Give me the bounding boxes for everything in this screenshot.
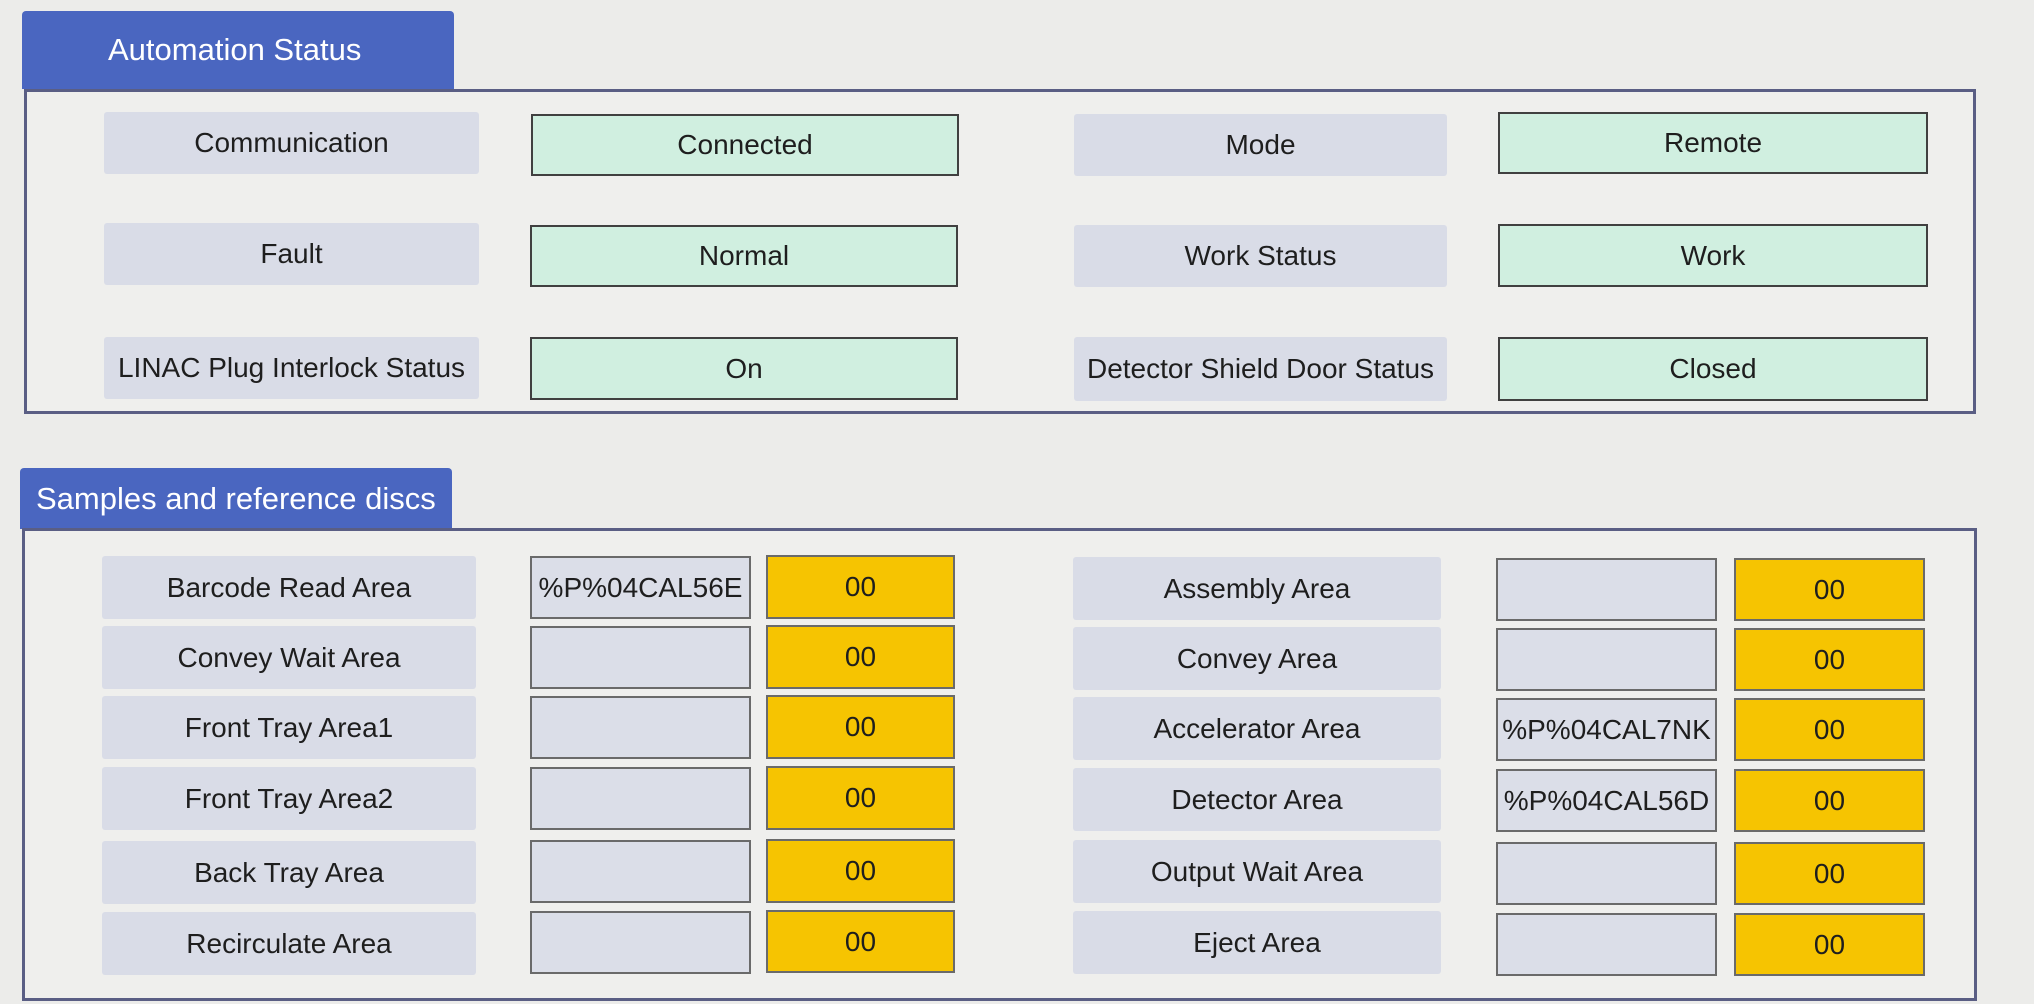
fault-label: Fault xyxy=(104,223,479,285)
front-tray-area2-label: Front Tray Area2 xyxy=(102,767,476,830)
mode-status: Remote xyxy=(1498,112,1928,174)
work-status-value: Work xyxy=(1498,224,1928,287)
mode-label: Mode xyxy=(1074,114,1447,176)
communication-status: Connected xyxy=(531,114,959,176)
barcode-read-area-count: 00 xyxy=(766,555,955,619)
eject-area-count: 00 xyxy=(1734,913,1925,976)
fault-status: Normal xyxy=(530,225,958,287)
convey-area-label: Convey Area xyxy=(1073,627,1441,690)
linac-plug-interlock-status: On xyxy=(530,337,958,400)
front-tray-area2-count: 00 xyxy=(766,766,955,830)
detector-shield-door-status: Closed xyxy=(1498,337,1928,401)
output-wait-area-count: 00 xyxy=(1734,842,1925,905)
convey-area-count: 00 xyxy=(1734,628,1925,691)
front-tray-area1-label: Front Tray Area1 xyxy=(102,696,476,759)
recirculate-area-code xyxy=(530,911,751,974)
communication-label: Communication xyxy=(104,112,479,174)
work-status-label: Work Status xyxy=(1074,225,1447,287)
accelerator-area-count: 00 xyxy=(1734,698,1925,761)
detector-area-count: 00 xyxy=(1734,769,1925,832)
linac-plug-interlock-label: LINAC Plug Interlock Status xyxy=(104,337,479,399)
recirculate-area-label: Recirculate Area xyxy=(102,912,476,975)
convey-wait-area-label: Convey Wait Area xyxy=(102,626,476,689)
detector-area-label: Detector Area xyxy=(1073,768,1441,831)
eject-area-label: Eject Area xyxy=(1073,911,1441,974)
back-tray-area-code xyxy=(530,840,751,903)
assembly-area-code xyxy=(1496,558,1717,621)
assembly-area-count: 00 xyxy=(1734,558,1925,621)
convey-wait-area-count: 00 xyxy=(766,625,955,689)
detector-area-code: %P%04CAL56D xyxy=(1496,769,1717,832)
samples-tab[interactable]: Samples and reference discs xyxy=(20,468,452,529)
output-wait-area-label: Output Wait Area xyxy=(1073,840,1441,903)
automation-status-tab[interactable]: Automation Status xyxy=(22,11,454,89)
eject-area-code xyxy=(1496,913,1717,976)
back-tray-area-count: 00 xyxy=(766,839,955,903)
convey-area-code xyxy=(1496,628,1717,691)
convey-wait-area-code xyxy=(530,626,751,689)
barcode-read-area-label: Barcode Read Area xyxy=(102,556,476,619)
front-tray-area2-code xyxy=(530,767,751,830)
barcode-read-area-code: %P%04CAL56E xyxy=(530,556,751,619)
back-tray-area-label: Back Tray Area xyxy=(102,841,476,904)
recirculate-area-count: 00 xyxy=(766,910,955,973)
samples-title: Samples and reference discs xyxy=(36,480,436,516)
front-tray-area1-count: 00 xyxy=(766,695,955,759)
assembly-area-label: Assembly Area xyxy=(1073,557,1441,620)
detector-shield-door-label: Detector Shield Door Status xyxy=(1074,337,1447,401)
automation-status-title: Automation Status xyxy=(108,32,362,67)
output-wait-area-code xyxy=(1496,842,1717,905)
accelerator-area-label: Accelerator Area xyxy=(1073,697,1441,760)
front-tray-area1-code xyxy=(530,696,751,759)
accelerator-area-code: %P%04CAL7NK xyxy=(1496,698,1717,761)
